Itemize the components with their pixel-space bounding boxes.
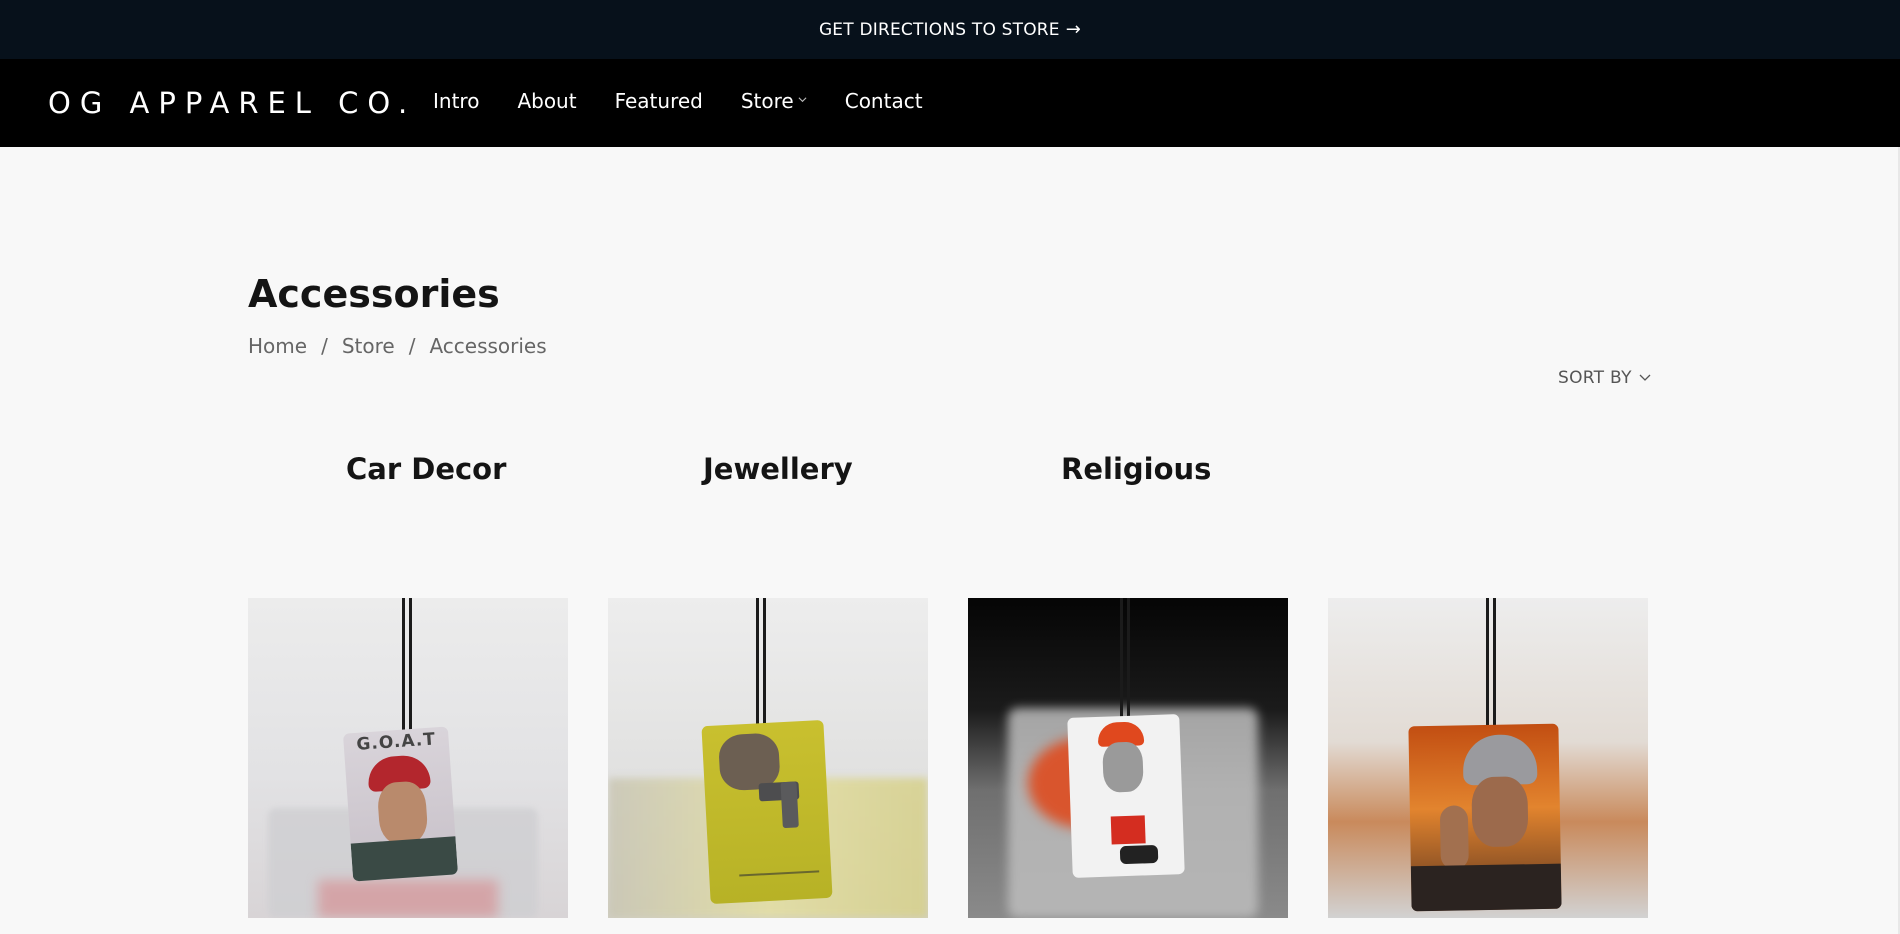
arrow-right-icon: →: [1065, 19, 1082, 40]
shirt-shape: [350, 836, 459, 882]
breadcrumb-home[interactable]: Home: [248, 334, 307, 358]
shirt-shape: [1410, 863, 1562, 912]
breadcrumb-accessories: Accessories: [429, 334, 547, 358]
main-navbar: OG APPAREL CO. Intro About Featured Stor…: [0, 59, 1900, 147]
sort-by-dropdown[interactable]: SORT BY: [1558, 368, 1651, 388]
face-shape: [1471, 776, 1529, 848]
product-card[interactable]: [968, 598, 1288, 918]
category-car-decor[interactable]: Car Decor: [346, 452, 506, 486]
face-shape: [1102, 741, 1144, 793]
hanging-cord: [756, 598, 766, 733]
nav-item-about[interactable]: About: [517, 89, 576, 113]
sort-by-label: SORT BY: [1558, 368, 1632, 388]
chevron-down-icon: [1639, 374, 1651, 381]
blurred-background-color: [318, 880, 498, 918]
product-card[interactable]: G.O.A.T: [248, 598, 568, 918]
breadcrumb-separator: /: [408, 334, 416, 358]
hand-gun-air-freshener-image: [701, 719, 833, 905]
site-logo[interactable]: OG APPAREL CO.: [48, 86, 416, 120]
announcement-bar[interactable]: GET DIRECTIONS TO STORE →: [0, 0, 1900, 59]
category-religious[interactable]: Religious: [1061, 452, 1211, 486]
hanging-cord: [1120, 598, 1130, 733]
product-card[interactable]: [608, 598, 928, 918]
nav-menu: Intro About Featured Store Contact: [433, 89, 961, 113]
nav-item-store-label: Store: [740, 89, 794, 113]
hanging-cord: [1486, 598, 1496, 733]
tag-title: G.O.A.T: [355, 729, 437, 755]
announcement-text[interactable]: GET DIRECTIONS TO STORE: [819, 20, 1060, 40]
praying-hands-shape: [1439, 805, 1469, 870]
nav-item-intro[interactable]: Intro: [433, 89, 479, 113]
nav-item-store[interactable]: Store: [741, 89, 807, 113]
gun-grip-shape: [780, 781, 799, 829]
praying-man-air-freshener-image: [1408, 723, 1562, 912]
number-graphic: [1110, 815, 1146, 845]
signature-line: [739, 870, 820, 877]
legend-air-freshener-image: [1067, 714, 1185, 878]
breadcrumb-store[interactable]: Store: [342, 334, 395, 358]
face-shape: [376, 780, 429, 846]
nav-item-featured[interactable]: Featured: [615, 89, 703, 113]
goat-air-freshener-image: G.O.A.T: [342, 726, 459, 882]
page-title: Accessories: [248, 272, 500, 316]
breadcrumb-separator: /: [321, 334, 328, 358]
nav-item-contact[interactable]: Contact: [845, 89, 923, 113]
tractor-graphic: [1119, 844, 1159, 865]
breadcrumb: Home / Store / Accessories: [248, 334, 547, 358]
product-card[interactable]: [1328, 598, 1648, 918]
category-jewellery[interactable]: Jewellery: [703, 452, 853, 486]
hanging-cord: [402, 598, 412, 733]
chevron-down-icon: [798, 96, 807, 102]
